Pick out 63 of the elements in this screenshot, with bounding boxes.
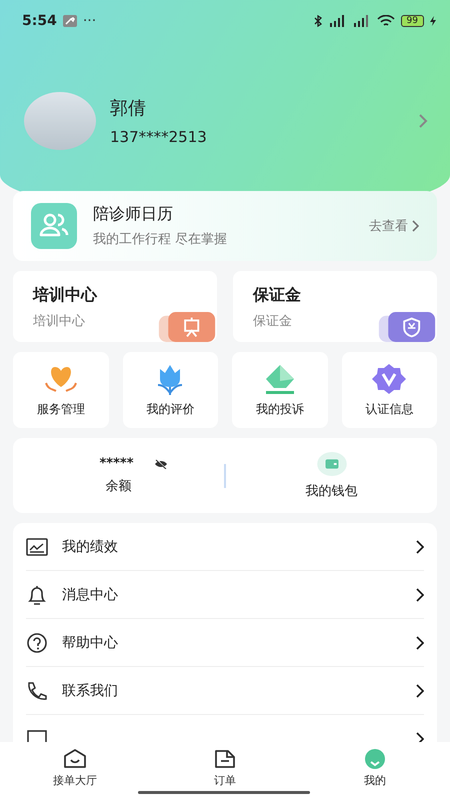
bell-icon — [26, 584, 48, 604]
phone-number: 137****2513 — [110, 128, 207, 146]
battery-level: 99 — [400, 15, 424, 27]
card-subtitle: 培训中心 — [33, 313, 85, 330]
signal-icon — [328, 15, 347, 27]
chevron-right-icon[interactable] — [418, 113, 428, 129]
feature-card[interactable]: 保证金 保证金 — [233, 271, 437, 342]
shortcut-tile[interactable]: 我的评价 — [122, 352, 218, 428]
menu-label: 帮助中心 — [62, 634, 118, 652]
user-name: 郭倩 — [110, 97, 147, 120]
signal-icon — [352, 15, 371, 27]
menu-label: 消息中心 — [62, 586, 118, 604]
menu-item[interactable]: 消息中心 — [26, 571, 424, 619]
chevron-right-icon — [416, 684, 424, 698]
menu-item[interactable]: 我的绩效 — [26, 523, 424, 571]
easel-icon — [157, 312, 217, 342]
status-more: ··· — [82, 13, 96, 29]
menu-label: 我的绩效 — [62, 538, 118, 556]
balance-amount: ***** — [100, 456, 134, 471]
document-icon — [213, 748, 237, 770]
chevron-right-icon — [416, 588, 424, 602]
charging-icon — [430, 16, 436, 26]
shortcut-tile[interactable]: 服务管理 — [13, 352, 108, 428]
card-title: 陪诊师日历 — [93, 204, 174, 225]
people-icon — [31, 203, 77, 249]
menu-item[interactable]: 联系我们 — [26, 667, 424, 715]
tab[interactable]: 接单大厅 — [0, 748, 150, 800]
eye-hidden-icon[interactable] — [154, 458, 168, 468]
chevron-right-icon — [416, 636, 424, 650]
inbox-icon — [63, 748, 87, 770]
phone-icon — [26, 680, 48, 700]
shortcut-tile[interactable]: 认证信息 — [342, 352, 437, 428]
card-title: 培训中心 — [33, 285, 97, 306]
chevron-right-icon — [412, 220, 419, 232]
chevron-right-icon — [416, 540, 424, 554]
help-icon — [26, 632, 48, 652]
wallet-button[interactable]: 我的钱包 — [226, 452, 437, 500]
chevron-right-icon — [416, 732, 424, 742]
menu-item[interactable]: 帮助中心 — [26, 619, 424, 667]
tab[interactable]: 订单 — [150, 748, 300, 800]
wifi-icon — [376, 15, 395, 27]
shield-icon — [377, 312, 437, 342]
status-time: 5:54 — [22, 13, 57, 29]
shortcut-label: 认证信息 — [365, 400, 414, 418]
verified-badge-icon — [371, 362, 408, 394]
wrench-icon — [62, 15, 77, 27]
view-link[interactable]: 去查看 — [369, 217, 419, 235]
profile-icon — [363, 748, 387, 770]
shortcut-label: 我的评价 — [146, 400, 194, 418]
shortcut-tile[interactable]: 我的投诉 — [232, 352, 328, 428]
menu-label: 联系我们 — [62, 682, 118, 700]
shortcut-label: 我的投诉 — [256, 400, 304, 418]
feature-card[interactable]: 培训中心 培训中心 — [13, 271, 217, 342]
bluetooth-icon — [312, 15, 323, 27]
card-subtitle: 我的工作行程 尽在掌握 — [93, 231, 228, 248]
shortcut-label: 服务管理 — [36, 400, 85, 418]
wallet-icon — [316, 452, 348, 476]
balance-label: 余额 — [106, 478, 132, 495]
chart-icon — [26, 536, 48, 556]
tab[interactable]: 我的 — [300, 748, 450, 800]
card-subtitle: 保证金 — [253, 313, 292, 330]
card-title: 保证金 — [253, 285, 301, 306]
calendar-card[interactable]: 陪诊师日历 我的工作行程 尽在掌握 去查看 — [13, 191, 437, 261]
